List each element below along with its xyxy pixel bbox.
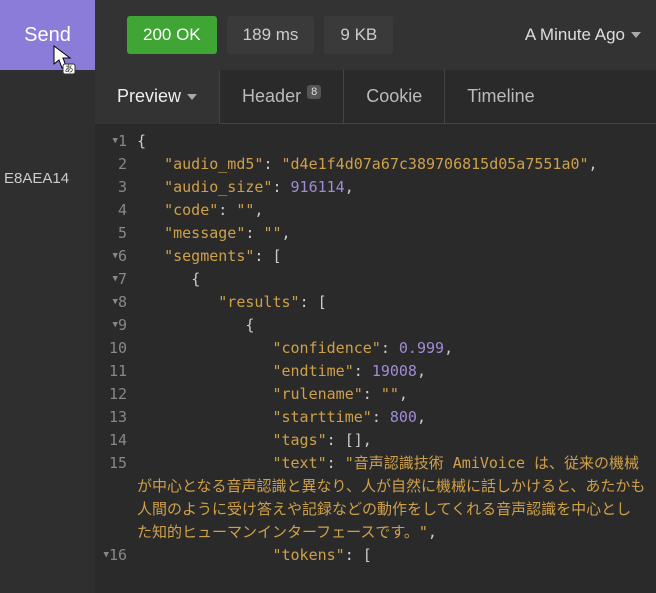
code-content: "text": "音声認識技術 AmiVoice は、従来の機械が中心となる音声… — [137, 452, 656, 544]
fold-caret-icon[interactable]: ▼ — [104, 544, 109, 567]
fold-caret-icon[interactable]: ▼ — [113, 314, 118, 337]
chevron-down-icon — [631, 32, 641, 38]
response-size: 9 KB — [324, 16, 393, 54]
code-line: 2 "audio_md5": "d4e1f4d07a67c389706815d0… — [95, 153, 656, 176]
code-line: 3 "audio_size": 916114, — [95, 176, 656, 199]
line-number: 4 — [95, 199, 137, 222]
code-content: { — [137, 314, 656, 337]
sidebar: E8AEA14 — [0, 70, 95, 593]
code-line: 15 "text": "音声認識技術 AmiVoice は、従来の機械が中心とな… — [95, 452, 656, 544]
code-line: 10 "confidence": 0.999, — [95, 337, 656, 360]
code-content: "message": "", — [137, 222, 656, 245]
code-content: { — [137, 130, 656, 153]
send-label: Send — [24, 24, 71, 47]
code-line: 5 "message": "", — [95, 222, 656, 245]
line-number: ▼8 — [95, 291, 137, 314]
tab-cookie[interactable]: Cookie — [344, 70, 445, 124]
tab-preview[interactable]: Preview — [95, 70, 220, 124]
tab-header[interactable]: Header 8 — [220, 70, 344, 124]
code-content: "starttime": 800, — [137, 406, 656, 429]
code-content: "confidence": 0.999, — [137, 337, 656, 360]
code-content: "results": [ — [137, 291, 656, 314]
code-line: 14 "tags": [], — [95, 429, 656, 452]
line-number: 2 — [95, 153, 137, 176]
code-line: ▼8 "results": [ — [95, 291, 656, 314]
chevron-down-icon — [187, 94, 197, 100]
code-content: { — [137, 268, 656, 291]
line-number: ▼9 — [95, 314, 137, 337]
code-content: "audio_md5": "d4e1f4d07a67c389706815d05a… — [137, 153, 656, 176]
fold-caret-icon[interactable]: ▼ — [113, 130, 118, 153]
line-number: 10 — [95, 337, 137, 360]
content-panel: Preview Header 8 Cookie Timeline ▼1{2 "a… — [95, 70, 656, 593]
code-content: "tags": [], — [137, 429, 656, 452]
code-content: "endtime": 19008, — [137, 360, 656, 383]
code-line: 13 "starttime": 800, — [95, 406, 656, 429]
status-badge: 200 OK — [127, 16, 217, 54]
top-bar: Send あ 200 OK 189 ms 9 KB A Minute Ago — [0, 0, 656, 70]
tab-header-badge: 8 — [307, 85, 321, 99]
line-number: ▼6 — [95, 245, 137, 268]
code-content: "code": "", — [137, 199, 656, 222]
fold-caret-icon[interactable]: ▼ — [113, 245, 118, 268]
line-number: 3 — [95, 176, 137, 199]
code-line: 11 "endtime": 19008, — [95, 360, 656, 383]
code-line: 12 "rulename": "", — [95, 383, 656, 406]
line-number: ▼1 — [95, 130, 137, 153]
code-line: ▼16 "tokens": [ — [95, 544, 656, 567]
line-number: 13 — [95, 406, 137, 429]
tab-timeline[interactable]: Timeline — [445, 70, 556, 124]
line-number: 15 — [95, 452, 137, 544]
send-button[interactable]: Send あ — [0, 0, 95, 70]
time-ago-dropdown[interactable]: A Minute Ago — [525, 25, 641, 45]
line-number: 14 — [95, 429, 137, 452]
code-content: "audio_size": 916114, — [137, 176, 656, 199]
tab-cookie-label: Cookie — [366, 86, 422, 107]
code-content: "segments": [ — [137, 245, 656, 268]
tab-preview-label: Preview — [117, 86, 181, 107]
code-viewer[interactable]: ▼1{2 "audio_md5": "d4e1f4d07a67c38970681… — [95, 124, 656, 593]
main-area: E8AEA14 Preview Header 8 Cookie Timeline… — [0, 70, 656, 593]
code-line: ▼1{ — [95, 130, 656, 153]
fold-caret-icon[interactable]: ▼ — [113, 268, 118, 291]
code-content: "tokens": [ — [137, 544, 656, 567]
fold-caret-icon[interactable]: ▼ — [113, 291, 118, 314]
code-line: ▼6 "segments": [ — [95, 245, 656, 268]
line-number: 11 — [95, 360, 137, 383]
tabs-bar: Preview Header 8 Cookie Timeline — [95, 70, 656, 124]
code-line: ▼9 { — [95, 314, 656, 337]
code-line: ▼7 { — [95, 268, 656, 291]
tab-header-label: Header — [242, 86, 301, 107]
line-number: ▼16 — [95, 544, 137, 567]
tab-timeline-label: Timeline — [467, 86, 534, 107]
line-number: 5 — [95, 222, 137, 245]
line-number: ▼7 — [95, 268, 137, 291]
code-line: 4 "code": "", — [95, 199, 656, 222]
response-time: 189 ms — [227, 16, 315, 54]
code-content: "rulename": "", — [137, 383, 656, 406]
time-ago-label: A Minute Ago — [525, 25, 625, 45]
line-number: 12 — [95, 383, 137, 406]
sidebar-text: E8AEA14 — [4, 170, 95, 187]
